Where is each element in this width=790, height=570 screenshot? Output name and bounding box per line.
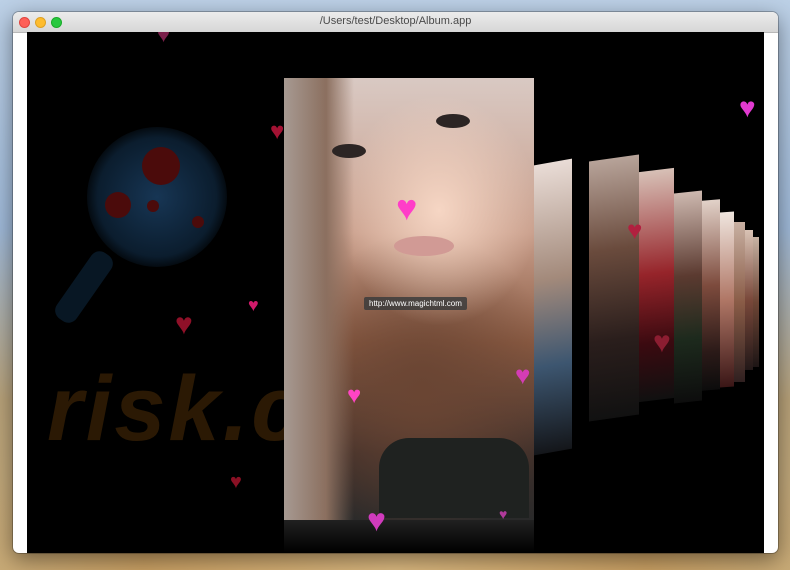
- album-photo-side[interactable]: [534, 158, 572, 456]
- heart-icon: ♥: [367, 502, 386, 538]
- album-viewport: risk.com http://www.magichtml.com ♥ ♥ ♥ …: [27, 32, 764, 553]
- window-title: /Users/test/Desktop/Album.app: [319, 15, 472, 27]
- watermark-dot: [147, 200, 159, 212]
- heart-icon: ♥: [175, 308, 193, 341]
- photo-eye: [436, 114, 470, 128]
- photo-reflection: [284, 520, 534, 553]
- watermark-dot: [142, 147, 180, 185]
- url-label[interactable]: http://www.magichtml.com: [364, 297, 467, 310]
- heart-icon: ♥: [653, 326, 671, 359]
- photo-eye: [332, 144, 366, 158]
- heart-icon: ♥: [248, 295, 259, 315]
- heart-icon: ♥: [739, 92, 756, 123]
- album-photo-side[interactable]: [745, 230, 753, 370]
- album-photo-side[interactable]: [734, 222, 745, 382]
- heart-icon: ♥: [499, 506, 508, 522]
- heart-icon: ♥: [157, 32, 171, 47]
- album-photo-side[interactable]: [702, 199, 720, 391]
- heart-icon: ♥: [627, 215, 643, 245]
- photo-lips: [394, 236, 454, 256]
- album-photo-side[interactable]: [639, 167, 674, 403]
- watermark-dot: [192, 216, 204, 228]
- watermark-magnifier-handle: [51, 247, 117, 327]
- heart-icon: ♥: [230, 471, 242, 493]
- heart-icon: ♥: [347, 382, 362, 409]
- album-photo-side[interactable]: [589, 154, 639, 422]
- heart-icon: ♥: [515, 360, 531, 390]
- watermark-dot: [105, 192, 131, 218]
- album-photo-side[interactable]: [720, 211, 734, 388]
- heart-icon: ♥: [396, 187, 418, 228]
- album-photo-side[interactable]: [674, 190, 702, 404]
- app-window: /Users/test/Desktop/Album.app risk.com h…: [13, 12, 778, 553]
- heart-icon: ♥: [270, 118, 285, 145]
- album-photo-side[interactable]: [753, 237, 759, 367]
- titlebar: /Users/test/Desktop/Album.app: [13, 12, 778, 33]
